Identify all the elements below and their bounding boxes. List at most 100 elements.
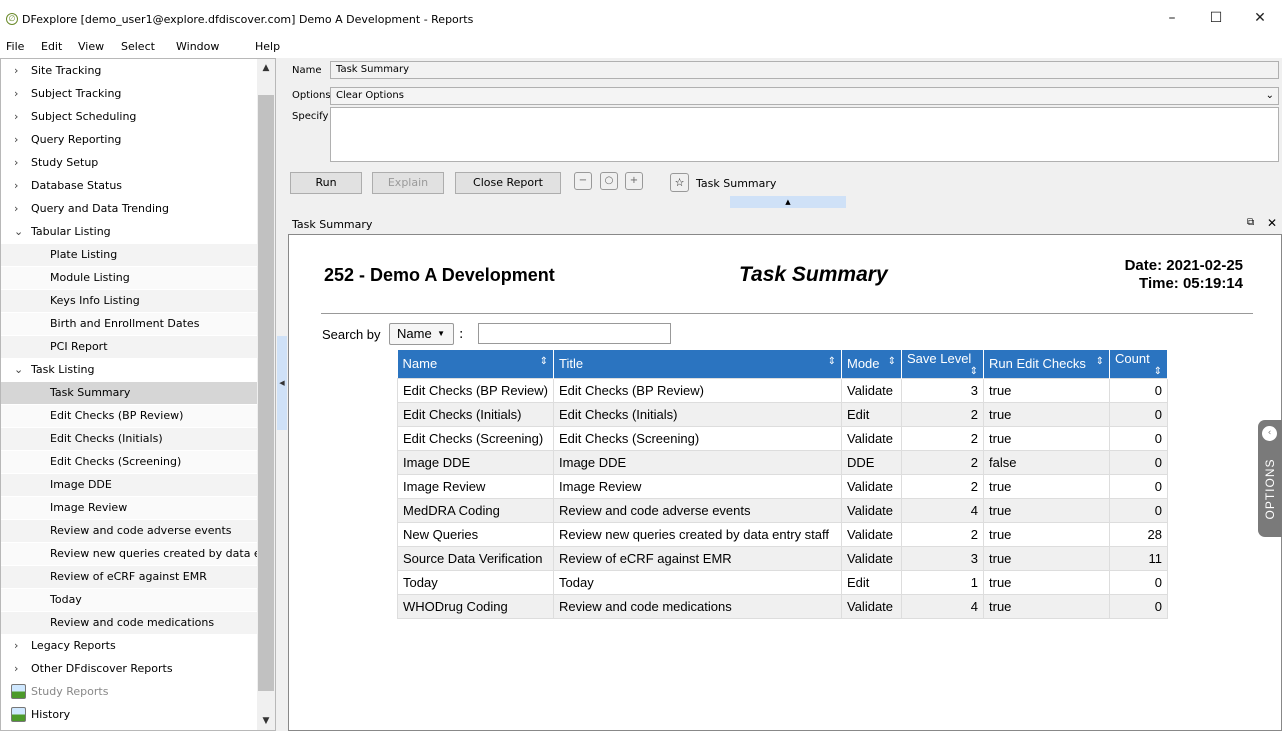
options-label: Options <box>292 90 331 101</box>
tree-item-study-reports[interactable]: Study Reports <box>1 681 257 704</box>
search-input[interactable] <box>478 323 671 344</box>
tree-item-database-status[interactable]: › Database Status <box>1 175 257 198</box>
specify-input[interactable] <box>330 107 1279 162</box>
sort-icon[interactable]: ⇕ <box>540 356 548 367</box>
tree-subitem[interactable]: Review and code medications <box>1 612 257 635</box>
tree-item-tabular-listing[interactable]: ⌄ Tabular Listing <box>1 221 257 244</box>
table-row[interactable]: WHODrug Coding Review and code medication… <box>397 593 1168 619</box>
sort-icon[interactable]: ⇕ <box>888 356 896 367</box>
column-header[interactable]: Run Edit Checks ⇕ <box>983 350 1110 378</box>
tree-subitem[interactable]: Edit Checks (BP Review) <box>1 405 257 428</box>
report-panel-title: Task Summary <box>292 218 373 231</box>
tree-item-site-tracking[interactable]: › Site Tracking <box>1 60 257 83</box>
menu-edit[interactable]: Edit <box>41 40 62 53</box>
table-cell: 4 <box>901 497 984 523</box>
name-label: Name <box>292 65 322 76</box>
tree-subitem[interactable]: Plate Listing <box>1 244 257 267</box>
sort-icon[interactable]: ⇕ <box>970 366 978 377</box>
tree-item-legacy-reports[interactable]: › Legacy Reports <box>1 635 257 658</box>
tree-subitem[interactable]: Review and code adverse events <box>1 520 257 543</box>
column-header[interactable]: Name ⇕ <box>397 350 554 378</box>
tree-subitem[interactable]: Image DDE <box>1 474 257 497</box>
sidebar-scrollbar[interactable]: ▲ ▼ <box>257 59 275 730</box>
column-header[interactable]: Mode ⇕ <box>841 350 902 378</box>
table-row[interactable]: Edit Checks (BP Review) Edit Checks (BP R… <box>397 377 1168 403</box>
tree-subitem[interactable]: Review of eCRF against EMR <box>1 566 257 589</box>
options-toggle-icon: ‹ <box>1262 426 1277 441</box>
run-button[interactable]: Run <box>290 172 362 194</box>
tree-subitem[interactable]: Review new queries created by data e... <box>1 543 257 566</box>
close-report-button[interactable]: Close Report <box>455 172 561 194</box>
table-cell: true <box>983 593 1110 619</box>
explain-button[interactable]: Explain <box>372 172 444 194</box>
sidebar-collapse-handle[interactable]: ◀ <box>277 336 287 430</box>
scroll-thumb[interactable] <box>258 95 274 691</box>
table-row[interactable]: Source Data Verification Review of eCRF a… <box>397 545 1168 571</box>
table-cell: Edit Checks (BP Review) <box>397 377 554 403</box>
float-panel-icon[interactable]: ⧉ <box>1247 217 1254 228</box>
tree-subitem[interactable]: Keys Info Listing <box>1 290 257 313</box>
table-row[interactable]: Edit Checks (Initials) Edit Checks (Initi… <box>397 401 1168 427</box>
tree-subitem-label: Review new queries created by data e... <box>50 547 257 560</box>
tree-item-history[interactable]: History <box>1 704 257 727</box>
tree-subitem[interactable]: Birth and Enrollment Dates <box>1 313 257 336</box>
sort-icon[interactable]: ⇕ <box>828 356 836 367</box>
zoom-reset-icon[interactable]: ○ <box>600 172 618 190</box>
tree-item-study-setup[interactable]: › Study Setup <box>1 152 257 175</box>
tree-subitem[interactable]: Image Review <box>1 497 257 520</box>
tree-subitem[interactable]: Today <box>1 589 257 612</box>
column-header[interactable]: Count ⇕ <box>1109 350 1168 378</box>
scroll-down-icon[interactable]: ▼ <box>257 712 275 730</box>
table-cell: 0 <box>1109 497 1168 523</box>
table-cell: Source Data Verification <box>397 545 554 571</box>
table-row[interactable]: New Queries Review new queries created by… <box>397 521 1168 547</box>
column-header-label: Count <box>1115 350 1150 366</box>
divider <box>321 313 1253 314</box>
tree-item-query-and-data-trending[interactable]: › Query and Data Trending <box>1 198 257 221</box>
tree-subitem[interactable]: Module Listing <box>1 267 257 290</box>
tree-item-other-dfdiscover-reports[interactable]: › Other DFdiscover Reports <box>1 658 257 681</box>
menu-select[interactable]: Select <box>121 40 155 53</box>
options-tab[interactable]: ‹ OPTIONS <box>1258 420 1282 537</box>
app-icon: ∅ <box>6 13 18 25</box>
menu-window[interactable]: Window <box>176 40 219 53</box>
tree-subitem[interactable]: Edit Checks (Initials) <box>1 428 257 451</box>
column-header[interactable]: Save Level ⇕ <box>901 350 984 378</box>
table-row[interactable]: Image Review Image Review Validate 2 true 0 <box>397 473 1168 499</box>
tree-subitem-label: Today <box>50 593 82 606</box>
minimize-button[interactable]: – <box>1152 6 1192 30</box>
table-row[interactable]: MedDRA Coding Review and code adverse eve… <box>397 497 1168 523</box>
tree-subitem[interactable]: Edit Checks (Screening) <box>1 451 257 474</box>
star-icon[interactable]: ☆ <box>670 173 689 192</box>
zoom-in-icon[interactable]: + <box>625 172 643 190</box>
maximize-button[interactable]: ☐ <box>1196 6 1236 30</box>
name-field[interactable]: Task Summary <box>330 61 1279 79</box>
table-cell: true <box>983 569 1110 595</box>
tree-subitem-label: Birth and Enrollment Dates <box>50 317 200 330</box>
tree-subitem[interactable]: PCI Report <box>1 336 257 359</box>
table-row[interactable]: Edit Checks (Screening) Edit Checks (Scre… <box>397 425 1168 451</box>
search-field-select[interactable]: Name ▼ <box>389 323 454 345</box>
table-row[interactable]: Image DDE Image DDE DDE 2 false 0 <box>397 449 1168 475</box>
menu-help[interactable]: Help <box>255 40 280 53</box>
tree-item-query-reporting[interactable]: › Query Reporting <box>1 129 257 152</box>
column-header[interactable]: Title ⇕ <box>553 350 842 378</box>
tree-item-subject-tracking[interactable]: › Subject Tracking <box>1 83 257 106</box>
tree-item-task-listing[interactable]: ⌄ Task Listing <box>1 359 257 382</box>
sort-icon[interactable]: ⇕ <box>1154 366 1162 377</box>
tree-subitem[interactable]: Task Summary <box>1 382 257 405</box>
options-select[interactable]: Clear Options ⌄ <box>330 87 1279 105</box>
scroll-up-icon[interactable]: ▲ <box>257 59 275 77</box>
zoom-out-icon[interactable]: − <box>574 172 592 190</box>
close-panel-icon[interactable]: ✕ <box>1267 216 1277 230</box>
collapse-form-handle[interactable]: ▲ <box>730 196 846 208</box>
close-window-button[interactable]: ✕ <box>1240 6 1280 30</box>
table-row[interactable]: Today Today Edit 1 true 0 <box>397 569 1168 595</box>
tree-item-subject-scheduling[interactable]: › Subject Scheduling <box>1 106 257 129</box>
tree-item-label: Tabular Listing <box>31 225 111 238</box>
sort-icon[interactable]: ⇕ <box>1096 356 1104 367</box>
table-cell: Edit Checks (Screening) <box>553 425 842 451</box>
menu-view[interactable]: View <box>78 40 104 53</box>
report-tree: › Site Tracking › Subject Tracking › Subject … <box>0 58 276 731</box>
menu-file[interactable]: File <box>6 40 24 53</box>
